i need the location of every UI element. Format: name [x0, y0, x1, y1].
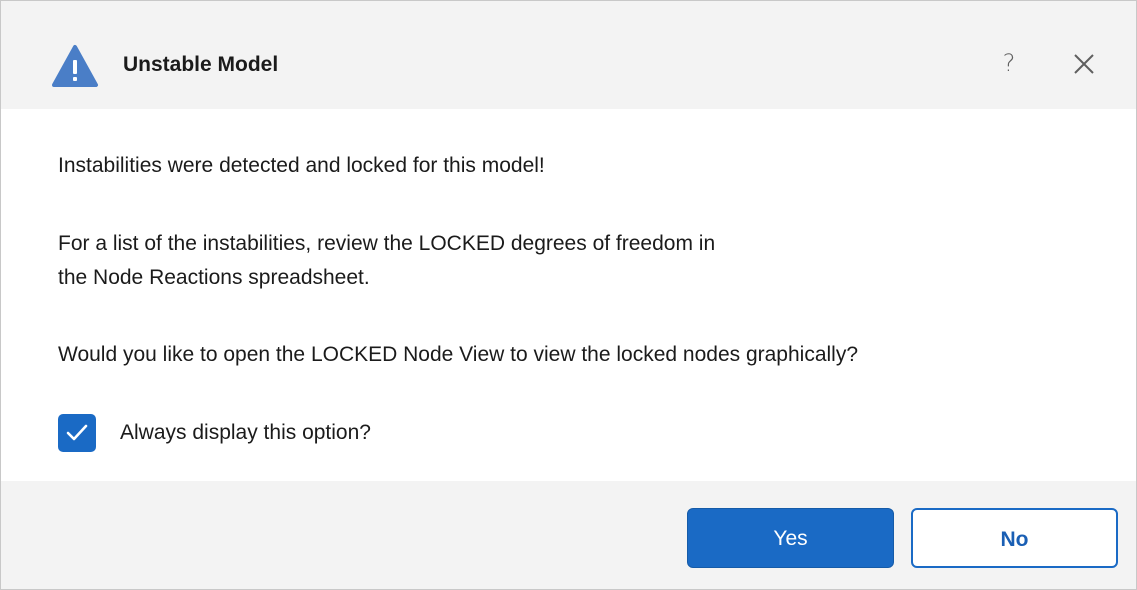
- dialog-content: Instabilities were detected and locked f…: [1, 109, 1136, 481]
- dialog-footer: Yes No: [1, 481, 1136, 589]
- close-icon[interactable]: [1067, 47, 1101, 81]
- yes-button[interactable]: Yes: [687, 508, 894, 568]
- checkmark-icon: [66, 424, 88, 441]
- always-display-checkbox[interactable]: [58, 414, 96, 452]
- always-display-label[interactable]: Always display this option?: [120, 414, 371, 452]
- message-line-4: Would you like to open the LOCKED Node V…: [58, 343, 859, 366]
- message-line-3: the Node Reactions spreadsheet.: [58, 266, 370, 289]
- dialog-titlebar: Unstable Model ?: [1, 1, 1136, 109]
- message-line-2: For a list of the instabilities, review …: [58, 232, 716, 255]
- warning-icon: [52, 45, 98, 87]
- dialog-title: Unstable Model: [123, 53, 279, 76]
- unstable-model-dialog: Unstable Model ? Instabilities were dete…: [0, 0, 1137, 590]
- help-button[interactable]: ?: [991, 43, 1027, 83]
- no-button[interactable]: No: [911, 508, 1118, 568]
- message-line-1: Instabilities were detected and locked f…: [58, 154, 545, 177]
